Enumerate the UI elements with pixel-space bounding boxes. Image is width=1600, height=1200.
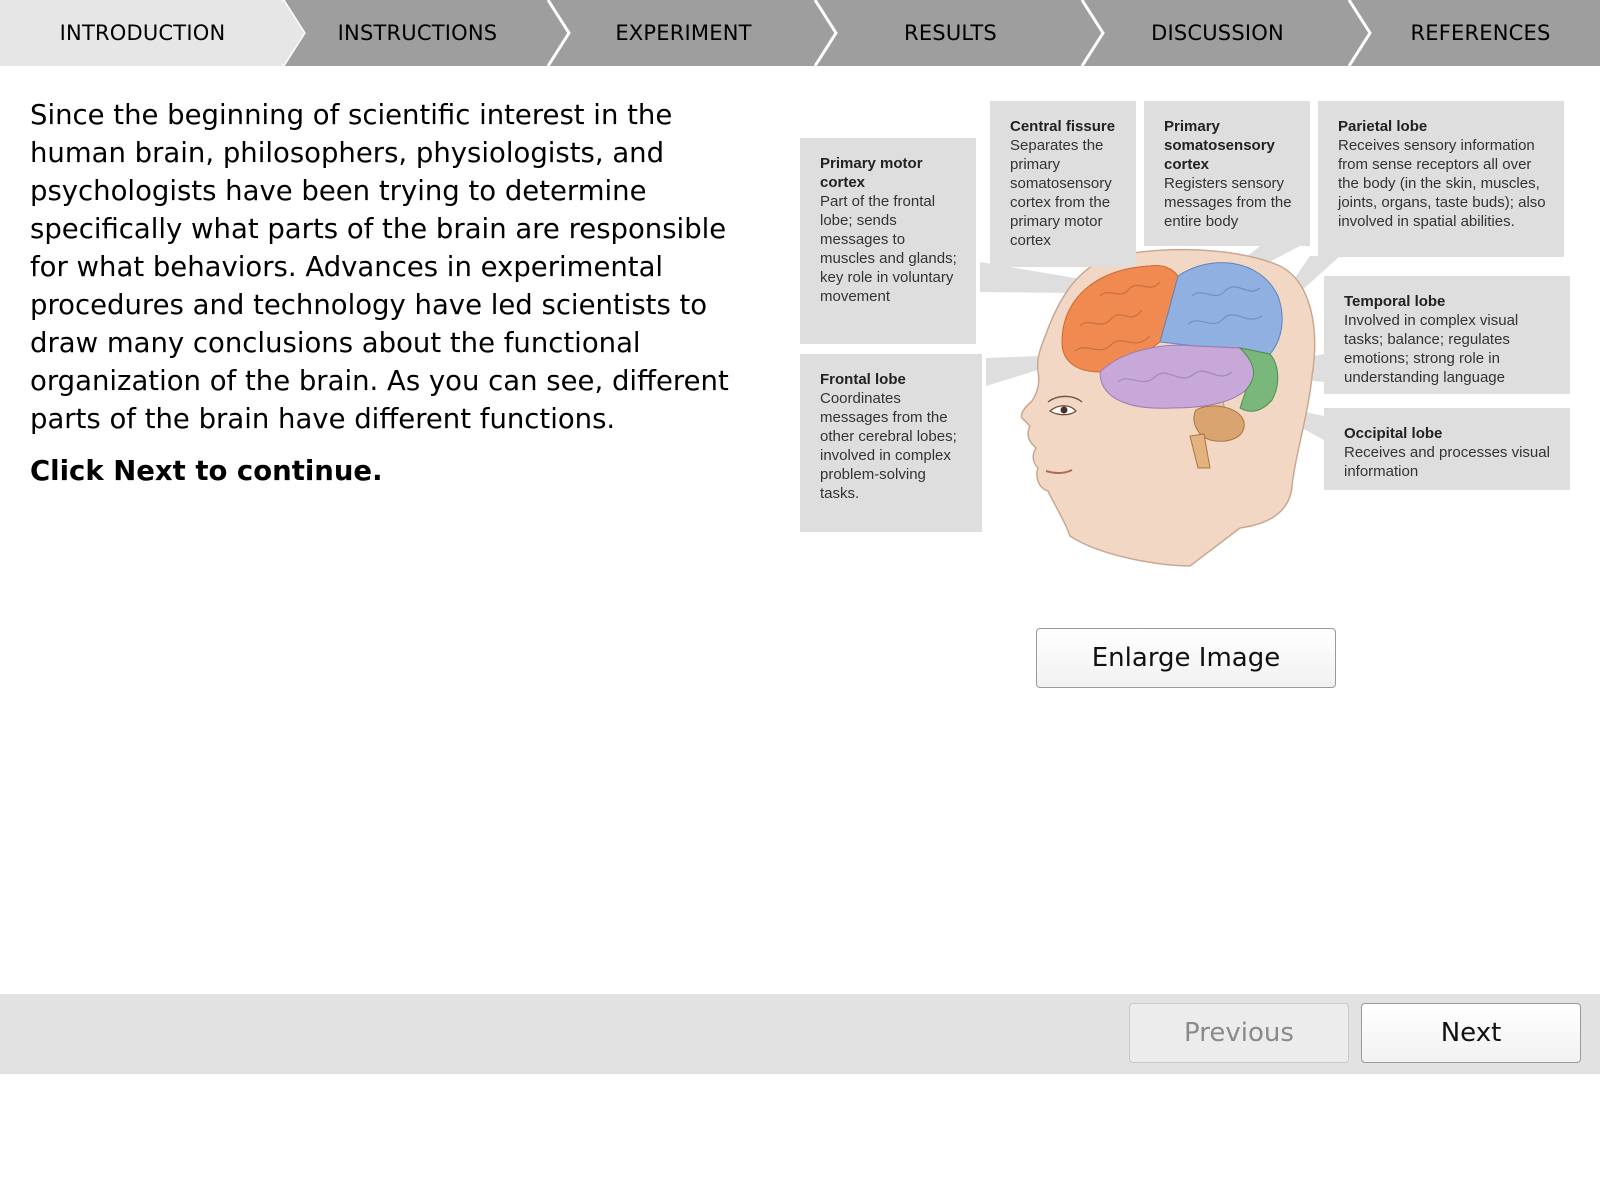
- callout-temporal-lobe: Temporal lobe Involved in complex visual…: [1324, 276, 1570, 394]
- intro-text: Since the beginning of scientific intere…: [30, 96, 770, 490]
- previous-button[interactable]: Previous: [1129, 1003, 1349, 1063]
- callout-title: Primary motor cortex: [820, 155, 923, 191]
- callout-title: Parietal lobe: [1338, 118, 1428, 135]
- intro-paragraph: Since the beginning of scientific intere…: [30, 99, 729, 435]
- continue-instruction: Click Next to continue.: [30, 455, 383, 487]
- callout-title: Occipital lobe: [1344, 425, 1443, 442]
- step-navigation: INTRODUCTION INSTRUCTIONS EXPERIMENT RES…: [0, 0, 1600, 66]
- callout-description: Coordinates messages from the other cere…: [820, 390, 957, 502]
- callout-central-fissure: Central fissure Separates the primary so…: [990, 101, 1136, 267]
- step-chevron-separators: [281, 0, 1372, 66]
- next-button[interactable]: Next: [1361, 1003, 1581, 1063]
- callout-description: Registers sensory messages from the enti…: [1164, 175, 1292, 230]
- callout-title: Primary somatosensory cortex: [1164, 118, 1275, 173]
- callout-title: Central fissure: [1010, 118, 1116, 135]
- callout-primary-motor-cortex: Primary motor cortex Part of the frontal…: [800, 138, 976, 344]
- callout-description: Separates the primary somatosensory cort…: [1010, 137, 1112, 249]
- callout-title: Frontal lobe: [820, 371, 906, 388]
- callout-description: Involved in complex visual tasks; balanc…: [1344, 312, 1519, 386]
- brain-figure: Primary motor cortex Part of the frontal…: [800, 96, 1580, 586]
- callout-parietal-lobe: Parietal lobe Receives sensory informati…: [1318, 101, 1564, 257]
- callout-occipital-lobe: Occipital lobe Receives and processes vi…: [1324, 408, 1570, 490]
- callout-description: Receives and processes visual informatio…: [1344, 444, 1550, 480]
- callout-frontal-lobe: Frontal lobe Coordinates messages from t…: [800, 354, 982, 532]
- enlarge-image-button[interactable]: Enlarge Image: [1036, 628, 1336, 688]
- callout-description: Receives sensory information from sense …: [1338, 137, 1546, 230]
- callout-primary-somatosensory-cortex: Primary somatosensory cortex Registers s…: [1144, 101, 1310, 246]
- footer-navigation: Previous Next: [0, 994, 1600, 1074]
- callout-description: Part of the frontal lobe; sends messages…: [820, 193, 957, 305]
- callout-title: Temporal lobe: [1344, 293, 1446, 310]
